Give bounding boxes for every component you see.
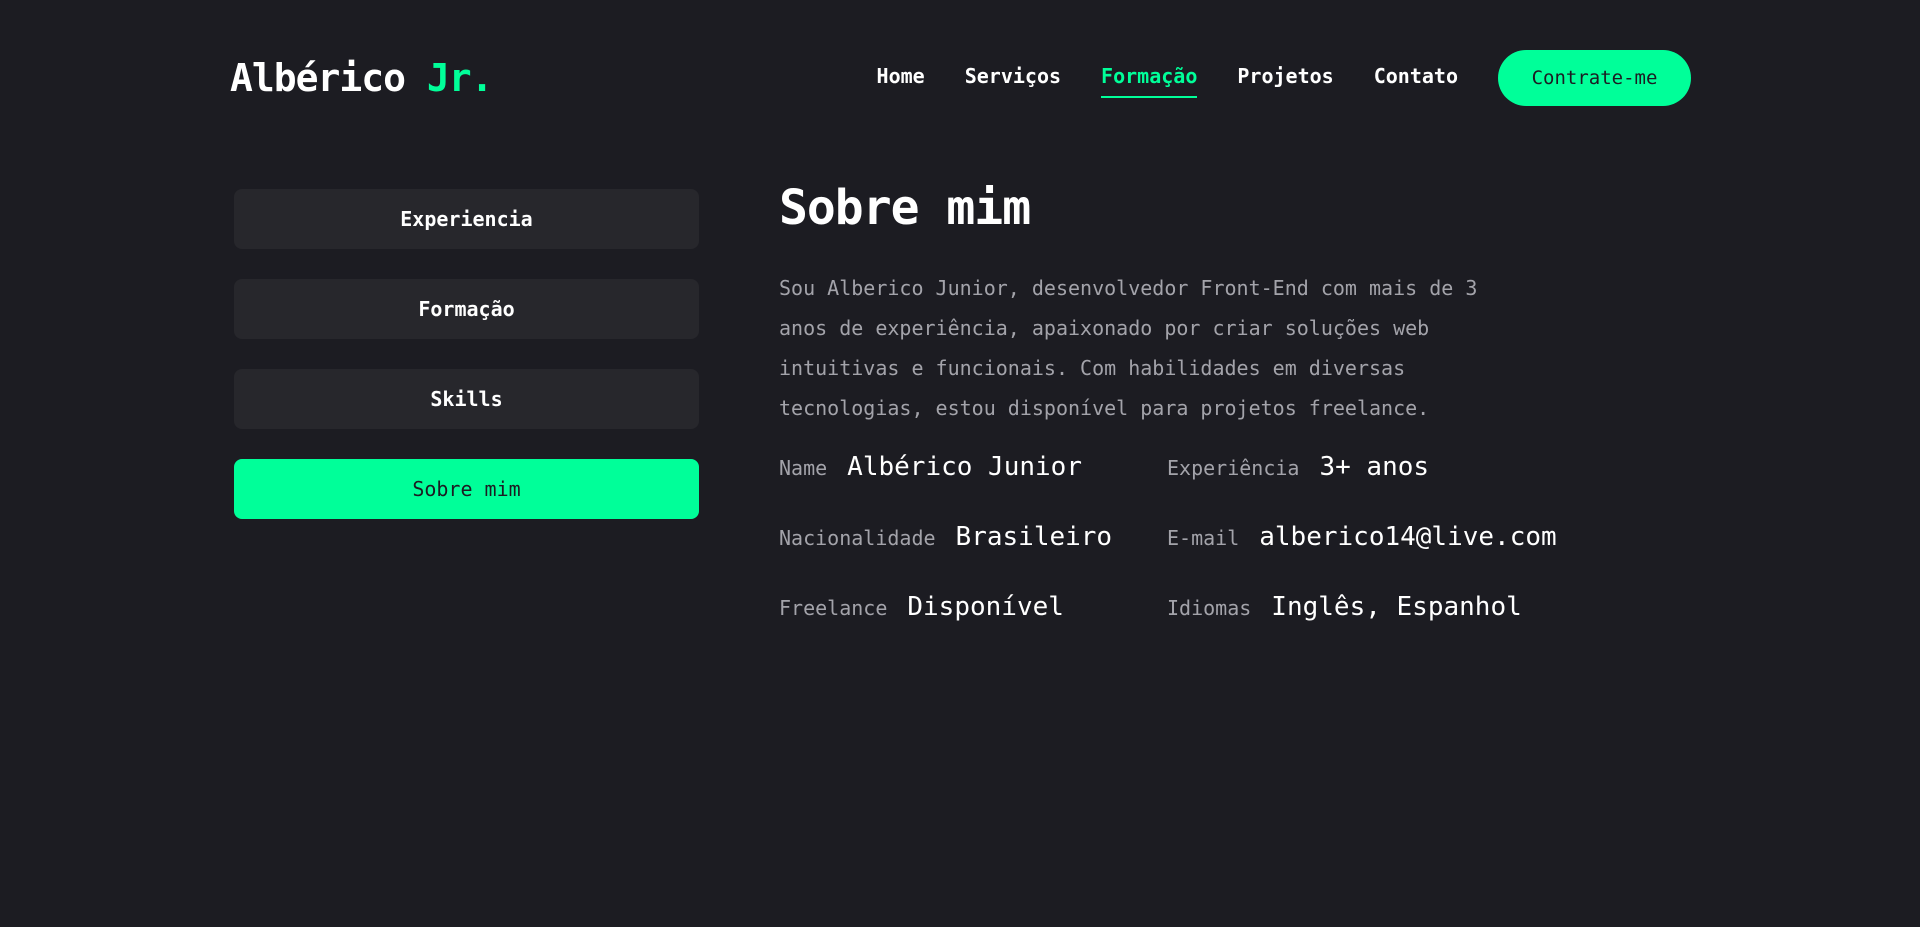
nav-link-servicos[interactable]: Serviços [965,64,1061,92]
info-item-nacionalidade: Nacionalidade Brasileiro [779,522,1167,554]
info-value: 3+ anos [1319,452,1430,482]
info-label: Idiomas [1167,596,1252,620]
info-item-name: Name Albérico Junior [779,452,1167,484]
logo-name: Albérico [230,56,406,100]
nav-link-formacao[interactable]: Formação [1101,64,1198,98]
info-item-email: E-mail alberico14@live.com [1167,522,1567,554]
about-section: Sobre mim Sou Alberico Junior, desenvolv… [779,178,1579,624]
main-nav: Home Serviços Formação Projetos Contato … [837,50,1691,106]
site-header: Albérico Jr. Home Serviços Formação Proj… [230,50,1691,106]
info-item-experiencia: Experiência 3+ anos [1167,452,1567,484]
info-label: Name [779,456,828,480]
info-value-email[interactable]: alberico14@live.com [1259,522,1556,552]
info-item-freelance: Freelance Disponível [779,592,1167,624]
nav-link-contato[interactable]: Contato [1374,64,1458,92]
tab-sobre-mim[interactable]: Sobre mim [234,459,699,519]
info-label: E-mail [1167,526,1240,550]
info-label: Experiência [1167,456,1300,480]
tab-experiencia[interactable]: Experiencia [234,189,699,249]
nav-link-home[interactable]: Home [877,64,925,92]
nav-link-projetos[interactable]: Projetos [1237,64,1333,92]
info-value: Inglês, Espanhol [1271,592,1522,622]
page: Albérico Jr. Home Serviços Formação Proj… [0,0,1920,927]
logo-accent: Jr. [426,56,494,100]
hire-me-button[interactable]: Contrate-me [1498,50,1691,106]
logo[interactable]: Albérico Jr. [230,56,494,100]
info-value: Brasileiro [955,522,1113,552]
info-label: Nacionalidade [779,526,936,550]
info-value: Disponível [907,592,1064,622]
tab-skills[interactable]: Skills [234,369,699,429]
info-item-idiomas: Idiomas Inglês, Espanhol [1167,592,1567,624]
about-description: Sou Alberico Junior, desenvolvedor Front… [779,276,1478,420]
section-title: Sobre mim [779,180,1031,236]
info-grid: Name Albérico Junior Experiência 3+ anos… [779,452,1579,624]
info-label: Freelance [779,596,888,620]
section-tabs: Experiencia Formação Skills Sobre mim [234,189,699,549]
info-value: Albérico Junior [847,452,1082,482]
tab-formacao[interactable]: Formação [234,279,699,339]
